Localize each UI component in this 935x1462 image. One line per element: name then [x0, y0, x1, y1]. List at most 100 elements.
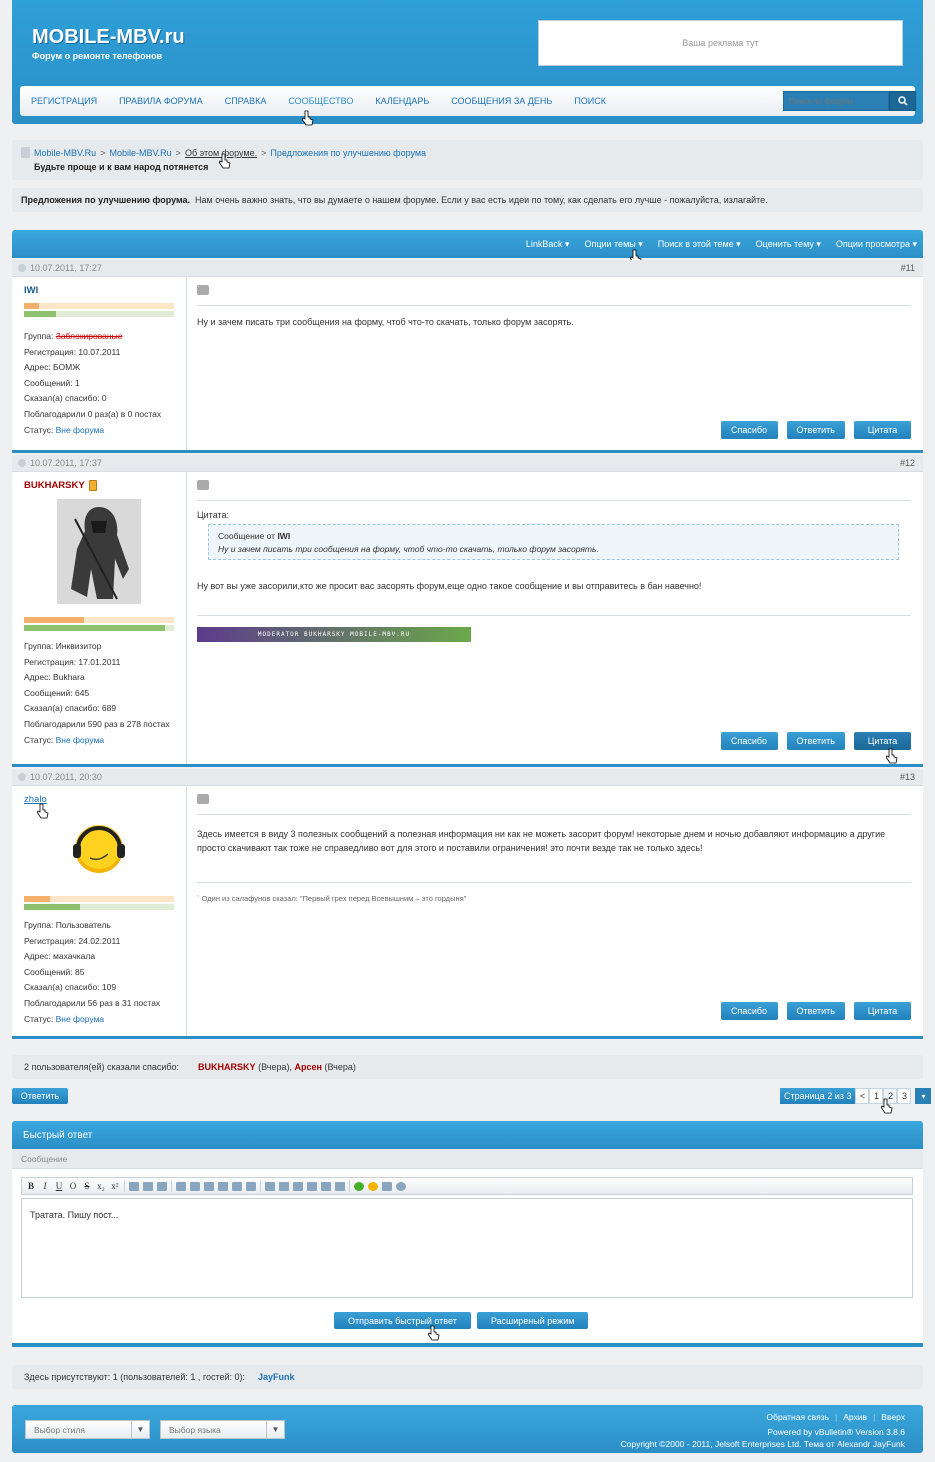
smiley-icon[interactable] — [368, 1181, 378, 1191]
rule-icon[interactable] — [335, 1181, 345, 1191]
post-number-link[interactable]: #11 — [901, 263, 915, 273]
user-group: Заблокированые — [55, 331, 123, 341]
ad-banner[interactable]: Ваша реклама тут — [538, 20, 903, 66]
user-status[interactable]: Вне форума — [56, 735, 105, 745]
online-user-link[interactable]: JayFunk — [258, 1372, 295, 1382]
post-header: 10.07.2011, 17:27 #11 — [12, 260, 923, 277]
advanced-mode-button[interactable]: Расширеный режим — [476, 1312, 589, 1329]
thanks-button[interactable]: Спасибо — [720, 732, 778, 750]
footer-contact-link[interactable]: Обратная связь — [766, 1412, 829, 1422]
quote-text: Ну и зачем писать три сообщения на форму… — [218, 544, 599, 554]
submit-quick-reply-button[interactable]: Отправить быстрый ответ — [334, 1312, 471, 1329]
breadcrumb-link-home[interactable]: Mobile-MBV.Ru — [34, 148, 96, 158]
video-icon[interactable] — [218, 1181, 228, 1191]
quote-block: Сообщение от IWI Ну и зачем писать три с… — [208, 524, 899, 560]
forum-search-input[interactable] — [783, 91, 889, 111]
font-size-icon[interactable] — [143, 1181, 153, 1191]
thread-options-menu[interactable]: Опции темы ▾ — [584, 239, 642, 250]
strikethrough-icon[interactable]: S — [82, 1181, 92, 1191]
nav-help[interactable]: СПРАВКА — [214, 96, 278, 106]
page-link-3[interactable]: 3 — [897, 1088, 912, 1104]
list-icon[interactable] — [265, 1181, 275, 1191]
user-thanked: Поблагодарили 56 раз в 31 постах — [24, 997, 161, 1008]
thanks-button[interactable]: Спасибо — [720, 1002, 778, 1020]
thanks-button[interactable]: Спасибо — [720, 421, 778, 439]
thanks-user-link[interactable]: BUKHARSKY — [198, 1062, 256, 1072]
avatar-image — [57, 499, 141, 604]
user-avatar[interactable] — [64, 814, 134, 884]
username-link[interactable]: IWI — [24, 285, 174, 299]
clock-icon — [18, 459, 26, 467]
linkback-menu[interactable]: LinkBack ▾ — [526, 239, 570, 250]
user-post-count: Сообщений: 645 — [24, 687, 90, 698]
italic-icon[interactable]: I — [40, 1181, 50, 1191]
quick-reply-panel: Быстрый ответ Сообщение B I U O S x₂ x² … — [12, 1121, 923, 1347]
search-thread-menu[interactable]: Поиск в этой теме ▾ — [658, 239, 741, 250]
overline-icon[interactable]: O — [68, 1181, 78, 1191]
footer-archive-link[interactable]: Архив — [843, 1412, 867, 1422]
attachment-icon[interactable] — [232, 1181, 242, 1191]
rate-thread-menu[interactable]: Оценить тему ▾ — [756, 239, 821, 250]
subscript-icon[interactable]: x₂ — [96, 1181, 106, 1191]
nav-search[interactable]: ПОИСК — [563, 96, 617, 106]
bold-icon[interactable]: B — [26, 1181, 36, 1191]
nav-register[interactable]: РЕГИСТРАЦИЯ — [20, 96, 108, 106]
reply-thread-button[interactable]: Ответить — [12, 1088, 68, 1104]
user-group-label: Группа: — [24, 920, 54, 930]
footer-top-link[interactable]: Вверх — [881, 1412, 905, 1422]
hand-cursor-icon — [302, 110, 314, 126]
image-icon[interactable] — [204, 1181, 214, 1191]
editor-toolbar: B I U O S x₂ x² — [21, 1177, 913, 1195]
hand-cursor-icon — [428, 1325, 440, 1341]
check-icon[interactable] — [354, 1181, 364, 1191]
user-status[interactable]: Вне форума — [56, 425, 105, 435]
page-menu-button[interactable]: ▾ — [915, 1088, 932, 1104]
chevron-down-icon: ▼ — [266, 1421, 284, 1438]
nav-todays-posts[interactable]: СООБЩЕНИЯ ЗА ДЕНЬ — [440, 96, 563, 106]
user-status[interactable]: Вне форума — [56, 1014, 105, 1024]
reply-button[interactable]: Ответить — [786, 1002, 845, 1020]
nav-community[interactable]: СООБЩЕСТВО — [277, 96, 364, 106]
quote-button[interactable]: Цитата — [854, 421, 911, 439]
language-select[interactable]: Выбор языка ▼ — [160, 1420, 285, 1439]
post-number-link[interactable]: #12 — [900, 458, 915, 468]
page-prev-link[interactable]: < — [855, 1088, 870, 1104]
breadcrumb-link-forum[interactable]: Mobile-MBV.Ru — [109, 148, 171, 158]
breadcrumb-link-suggestions[interactable]: Предложения по улучшению форума — [270, 148, 426, 158]
nav-calendar[interactable]: КАЛЕНДАРЬ — [364, 96, 440, 106]
post-number-link[interactable]: #13 — [900, 772, 915, 782]
message-textarea[interactable]: Тратата. Пишу пост... — [21, 1198, 913, 1298]
justify-icon[interactable] — [321, 1181, 331, 1191]
username-link[interactable]: BUKHARSKY — [24, 480, 85, 494]
align-left-icon[interactable] — [279, 1181, 289, 1191]
thanks-user-link[interactable]: Арсен — [295, 1062, 322, 1072]
quote-button[interactable]: Цитата — [854, 1002, 911, 1020]
user-avatar[interactable] — [57, 499, 141, 604]
search-button[interactable] — [889, 91, 916, 111]
nav-rules[interactable]: ПРАВИЛА ФОРУМА — [108, 96, 214, 106]
superscript-icon[interactable]: x² — [110, 1181, 120, 1191]
font-icon[interactable] — [129, 1181, 139, 1191]
hide-icon[interactable] — [246, 1181, 256, 1191]
user-registered: Регистрация: 17.01.2011 — [24, 656, 121, 667]
online-label: Здесь присутствуют: 1 (пользователей: 1 … — [24, 1372, 246, 1382]
user-address: Адрес: Bukhara — [24, 672, 85, 683]
post: 10.07.2011, 20:30 #13 zhalo Группа: Поль… — [12, 769, 923, 1039]
help-icon[interactable] — [396, 1181, 406, 1191]
link-icon[interactable] — [176, 1181, 186, 1191]
quote-label: Цитата: — [197, 510, 230, 520]
breadcrumb-separator: > — [261, 147, 267, 158]
display-options-menu[interactable]: Опции просмотра ▾ — [836, 239, 917, 250]
quote-button[interactable]: Цитата — [854, 732, 911, 750]
align-center-icon[interactable] — [293, 1181, 303, 1191]
style-select[interactable]: Выбор стиля ▼ — [25, 1420, 150, 1439]
reply-button[interactable]: Ответить — [786, 421, 845, 439]
reply-button[interactable]: Ответить — [786, 732, 845, 750]
email-icon[interactable] — [190, 1181, 200, 1191]
quote-icon[interactable] — [382, 1181, 392, 1191]
color-icon[interactable] — [157, 1181, 167, 1191]
user-said-thanks: Сказал(а) спасибо: 0 — [24, 393, 107, 404]
site-logo[interactable]: MOBILE-MBV.ru — [32, 26, 185, 49]
align-right-icon[interactable] — [307, 1181, 317, 1191]
underline-icon[interactable]: U — [54, 1181, 64, 1191]
